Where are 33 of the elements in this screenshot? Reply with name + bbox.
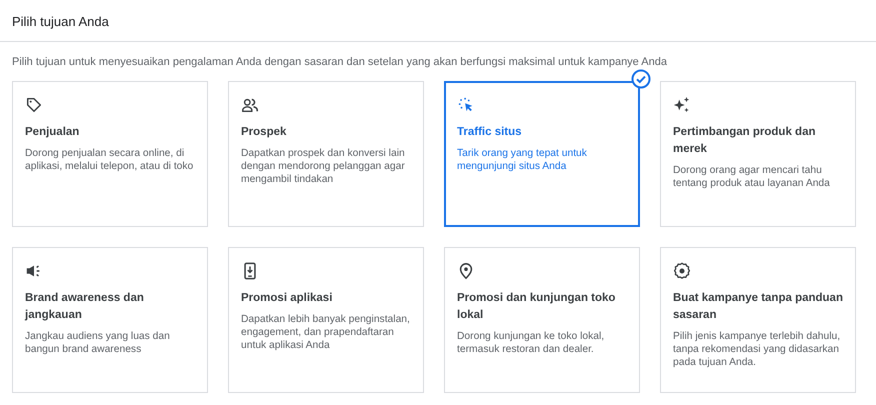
goal-description: Dapatkan prospek dan konversi lain dengan mendorong pelanggan agar mengambil tindakan	[241, 147, 406, 186]
cursor-icon	[457, 96, 475, 114]
goal-card[interactable]: Brand awareness dan jangkauan Jangkau audiens yang luas dan bangun brand awareness	[12, 247, 208, 393]
goal-card[interactable]: Penjualan Dorong penjualan secara online, di aplikasi, melalui telepon, atau di toko	[12, 81, 208, 227]
goal-title: Promosi aplikasi	[241, 291, 332, 306]
people-icon	[241, 96, 259, 114]
goal-description: Dapatkan lebih banyak penginstalan, engagement, dan prapendaftaran untuk aplikasi Anda	[241, 313, 411, 352]
goal-card[interactable]: Promosi dan kunjungan toko lokal Dorong kunjungan ke toko lokal, termasuk restoran dan dealer.	[444, 247, 640, 393]
goal-title: Pertimbangan produk dan merek	[673, 125, 816, 157]
page-title: Pilih tujuan Anda	[12, 14, 110, 29]
subtitle: Pilih tujuan untuk menyesuaikan pengalaman Anda dengan sasaran dan setelan yang akan berfungsi maksimal untuk kampanye Anda	[12, 56, 668, 68]
gear-icon	[673, 262, 691, 280]
goal-description: Dorong kunjungan ke toko lokal, termasuk restoran dan dealer.	[457, 330, 606, 356]
goal-title: Promosi dan kunjungan toko lokal	[457, 291, 616, 323]
goal-description: Tarik orang yang tepat untuk mengunjungi situs Anda	[457, 147, 588, 173]
check-icon	[631, 69, 651, 89]
goal-card[interactable]: Prospek Dapatkan prospek dan konversi lain dengan mendorong pelanggan agar mengambil tindakan	[228, 81, 424, 227]
tag-icon	[25, 96, 43, 114]
goal-description: Dorong orang agar mencari tahu tentang produk atau layanan Anda	[673, 164, 831, 190]
goal-description: Pilih jenis kampanye terlebih dahulu, tanpa rekomendasi yang didasarkan pada tujuan Anda.	[673, 330, 842, 369]
goal-card[interactable]: Buat kampanye tanpa panduan sasaran Pilih jenis kampanye terlebih dahulu, tanpa rekomendasi yang didasarkan pada tujuan Anda.	[660, 247, 856, 393]
goal-title: Traffic situs	[457, 125, 522, 140]
sparkle-icon	[673, 96, 691, 114]
goal-card[interactable]: Pertimbangan produk dan merek Dorong orang agar mencari tahu tentang produk atau layanan Anda	[660, 81, 856, 227]
goal-title: Prospek	[241, 125, 286, 140]
goal-title: Buat kampanye tanpa panduan sasaran	[673, 291, 843, 323]
goal-card[interactable]: Promosi aplikasi Dapatkan lebih banyak penginstalan, engagement, dan prapendaftaran untuk aplikasi Anda	[228, 247, 424, 393]
goal-card[interactable]: Traffic situs Tarik orang yang tepat untuk mengunjungi situs Anda	[444, 81, 640, 227]
goal-description: Jangkau audiens yang luas dan bangun brand awareness	[25, 330, 171, 356]
goal-description: Dorong penjualan secara online, di aplikasi, melalui telepon, atau di toko	[25, 147, 194, 173]
goal-title: Brand awareness dan jangkauan	[25, 291, 145, 323]
goal-title: Penjualan	[25, 125, 80, 140]
location-pin-icon	[457, 262, 475, 280]
